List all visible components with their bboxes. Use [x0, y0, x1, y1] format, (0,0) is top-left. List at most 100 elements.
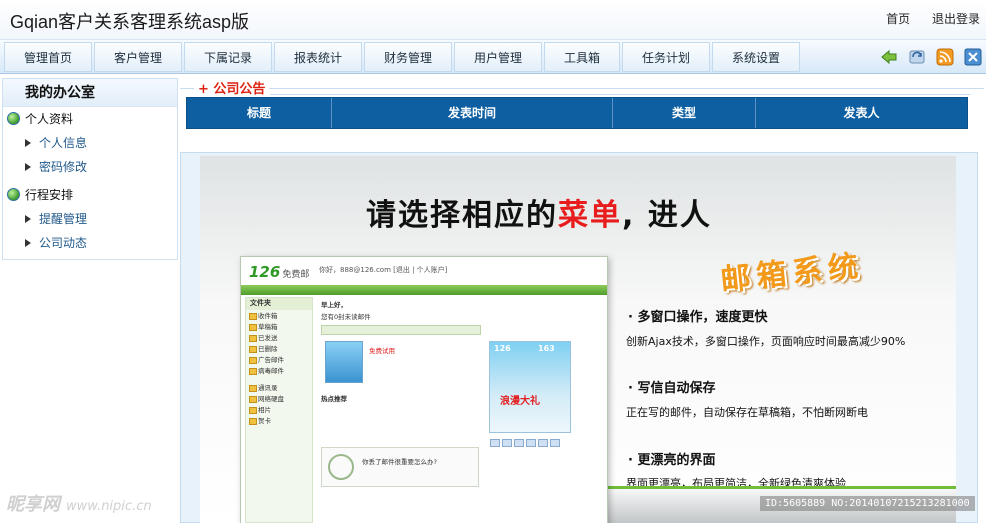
square-icon — [550, 439, 560, 447]
feature-desc: 正在写的邮件，自动保存在草稿箱，不怕断网断电 — [626, 406, 868, 419]
sidebar-item-reminders[interactable]: 提醒管理 — [3, 207, 177, 231]
globe-icon — [7, 188, 20, 201]
mock-folder-item: 通讯录 — [246, 382, 312, 393]
column-header-author[interactable]: 发表人 — [756, 98, 967, 128]
rss-icon[interactable] — [936, 48, 954, 66]
mock-sidebar: 文件夹 收件箱 草稿箱 已发送 已删除 广告邮件 病毒邮件 通讯录 网络硬盘 相… — [245, 297, 313, 523]
nav-item-users[interactable]: 用户管理 — [454, 42, 542, 72]
mock-folder-item: 病毒邮件 — [246, 365, 312, 376]
triangle-right-icon — [25, 139, 31, 147]
sidebar-title: 我的办公室 — [3, 79, 177, 107]
mock-folder-item: 收件箱 — [246, 310, 312, 321]
headline-text-end: , 进人 — [622, 198, 712, 233]
back-arrow-icon[interactable] — [880, 48, 898, 66]
mock-logo-sub: 免费邮 — [282, 270, 310, 280]
watermark-text: 昵享网 — [6, 494, 60, 515]
mock-ad-num: 163 — [538, 344, 555, 353]
nav-item-finance[interactable]: 财务管理 — [364, 42, 452, 72]
mock-hot: 热点推荐 — [321, 395, 347, 403]
watermark-url: www.nipic.cn — [66, 499, 152, 514]
sidebar-item-change-password[interactable]: 密码修改 — [3, 155, 177, 179]
mock-top-text: 你好，888@126.com [退出 | 个人账户] — [319, 266, 448, 274]
headline-text: 请选择相应的 — [366, 198, 558, 233]
mock-ad-text: 免费试用 — [369, 347, 395, 355]
app-title: Gqian客户关系客理系统asp版 — [10, 12, 250, 32]
nav-item-subordinate-records[interactable]: 下属记录 — [184, 42, 272, 72]
welcome-banner: 请选择相应的菜单, 进人 邮箱系统 · 多窗口操作，速度更快 创新Ajax技术，… — [200, 156, 956, 523]
mock-logo-text: 126 — [249, 263, 281, 281]
sidebar-item-personal-info[interactable]: 个人信息 — [3, 131, 177, 155]
square-icon — [502, 439, 512, 447]
home-link[interactable]: 首页 — [886, 12, 910, 26]
mock-greeting: 早上好， — [321, 301, 347, 309]
mail-system-logo: 邮箱系统 — [718, 248, 866, 299]
sidebar-item-label: 公司动态 — [39, 236, 88, 250]
nav-item-dashboard[interactable]: 管理首页 — [4, 42, 92, 72]
square-icon — [514, 439, 524, 447]
sidebar-group-label: 个人资料 — [25, 112, 74, 126]
headline-highlight: 菜单 — [558, 198, 622, 233]
feature-title: · 写信自动保存 — [628, 381, 716, 396]
mock-ad-image — [325, 341, 363, 383]
mock-tip-text: 你丢了邮件很重要怎么办? — [362, 458, 437, 466]
mock-folder-head: 文件夹 — [246, 298, 312, 310]
sidebar: 我的办公室 个人资料 个人信息 密码修改 行程安排 提醒管理 公司动态 — [2, 78, 178, 260]
divider — [180, 88, 984, 89]
feature-title: · 更漂亮的界面 — [628, 453, 716, 468]
feature-desc: 创新Ajax技术，多窗口操作，页面响应时间最高减少90% — [626, 335, 906, 348]
column-header-publish-time[interactable]: 发表时间 — [332, 98, 613, 128]
square-icon — [490, 439, 500, 447]
column-header-title[interactable]: 标题 — [187, 98, 332, 128]
main-nav: 管理首页 客户管理 下属记录 报表统计 财务管理 用户管理 工具箱 任务计划 系… — [0, 40, 986, 74]
notice-table-header: 标题 发表时间 类型 发表人 — [186, 97, 968, 129]
sidebar-group-label: 行程安排 — [25, 188, 74, 202]
header: Gqian客户关系客理系统asp版 首页 退出登录 — [0, 0, 986, 40]
sidebar-item-label: 提醒管理 — [39, 212, 88, 226]
mock-folder-item: 广告邮件 — [246, 354, 312, 365]
nav-item-customers[interactable]: 客户管理 — [94, 42, 182, 72]
mock-folder-item: 贺卡 — [246, 415, 312, 426]
sidebar-item-label: 个人信息 — [39, 136, 88, 150]
sidebar-group-profile[interactable]: 个人资料 — [3, 107, 177, 131]
sidebar-group-schedule[interactable]: 行程安排 — [3, 183, 177, 207]
sidebar-item-label: 密码修改 — [39, 160, 88, 174]
square-icon — [526, 439, 536, 447]
mail-screenshot: 126 免费邮 你好，888@126.com [退出 | 个人账户] 文件夹 收件… — [240, 256, 608, 523]
triangle-right-icon — [25, 239, 31, 247]
mock-folder-item: 网络硬盘 — [246, 393, 312, 404]
notice-title: + 公司公告 — [194, 78, 270, 97]
mock-folder-item: 已删除 — [246, 343, 312, 354]
banner-headline: 请选择相应的菜单, 进人 — [366, 190, 712, 234]
column-header-type[interactable]: 类型 — [613, 98, 756, 128]
smiley-icon — [328, 454, 354, 480]
watermark-left: 昵享网 www.nipic.cn — [6, 490, 152, 516]
globe-icon — [7, 112, 20, 125]
mock-folder-item: 已发送 — [246, 332, 312, 343]
app-root: Gqian客户关系客理系统asp版 首页 退出登录 管理首页 客户管理 下属记录… — [0, 0, 986, 523]
nav-item-task-plan[interactable]: 任务计划 — [622, 42, 710, 72]
mock-ad-num: 126 — [494, 344, 511, 353]
mock-main: 早上好， 您有0封未读邮件 免费试用 热点推荐 126 163 浪漫大礼 你丢了… — [317, 297, 605, 523]
close-icon[interactable] — [964, 48, 982, 66]
mock-ad-big: 浪漫大礼 — [500, 396, 540, 407]
mock-tabs — [321, 325, 481, 335]
feature-title: · 多窗口操作，速度更快 — [628, 310, 768, 325]
mock-tip-box: 你丢了邮件很重要怎么办? — [321, 447, 479, 487]
triangle-right-icon — [25, 215, 31, 223]
top-links: 首页 退出登录 — [868, 10, 980, 27]
nav-icons — [880, 48, 982, 66]
mock-ad-banner: 126 163 浪漫大礼 — [489, 341, 571, 433]
mock-quick-links — [489, 437, 571, 477]
logout-link[interactable]: 退出登录 — [932, 12, 980, 26]
mock-unread: 您有0封未读邮件 — [321, 313, 371, 321]
triangle-right-icon — [25, 163, 31, 171]
refresh-icon[interactable] — [908, 48, 926, 66]
mock-toolbar — [241, 285, 607, 295]
company-notice: + 公司公告 标题 发表时间 类型 发表人 — [180, 76, 984, 136]
nav-item-toolbox[interactable]: 工具箱 — [544, 42, 620, 72]
square-icon — [538, 439, 548, 447]
nav-item-settings[interactable]: 系统设置 — [712, 42, 800, 72]
sidebar-item-company-news[interactable]: 公司动态 — [3, 231, 177, 255]
nav-item-reports[interactable]: 报表统计 — [274, 42, 362, 72]
mock-logo: 126 免费邮 — [249, 263, 309, 281]
